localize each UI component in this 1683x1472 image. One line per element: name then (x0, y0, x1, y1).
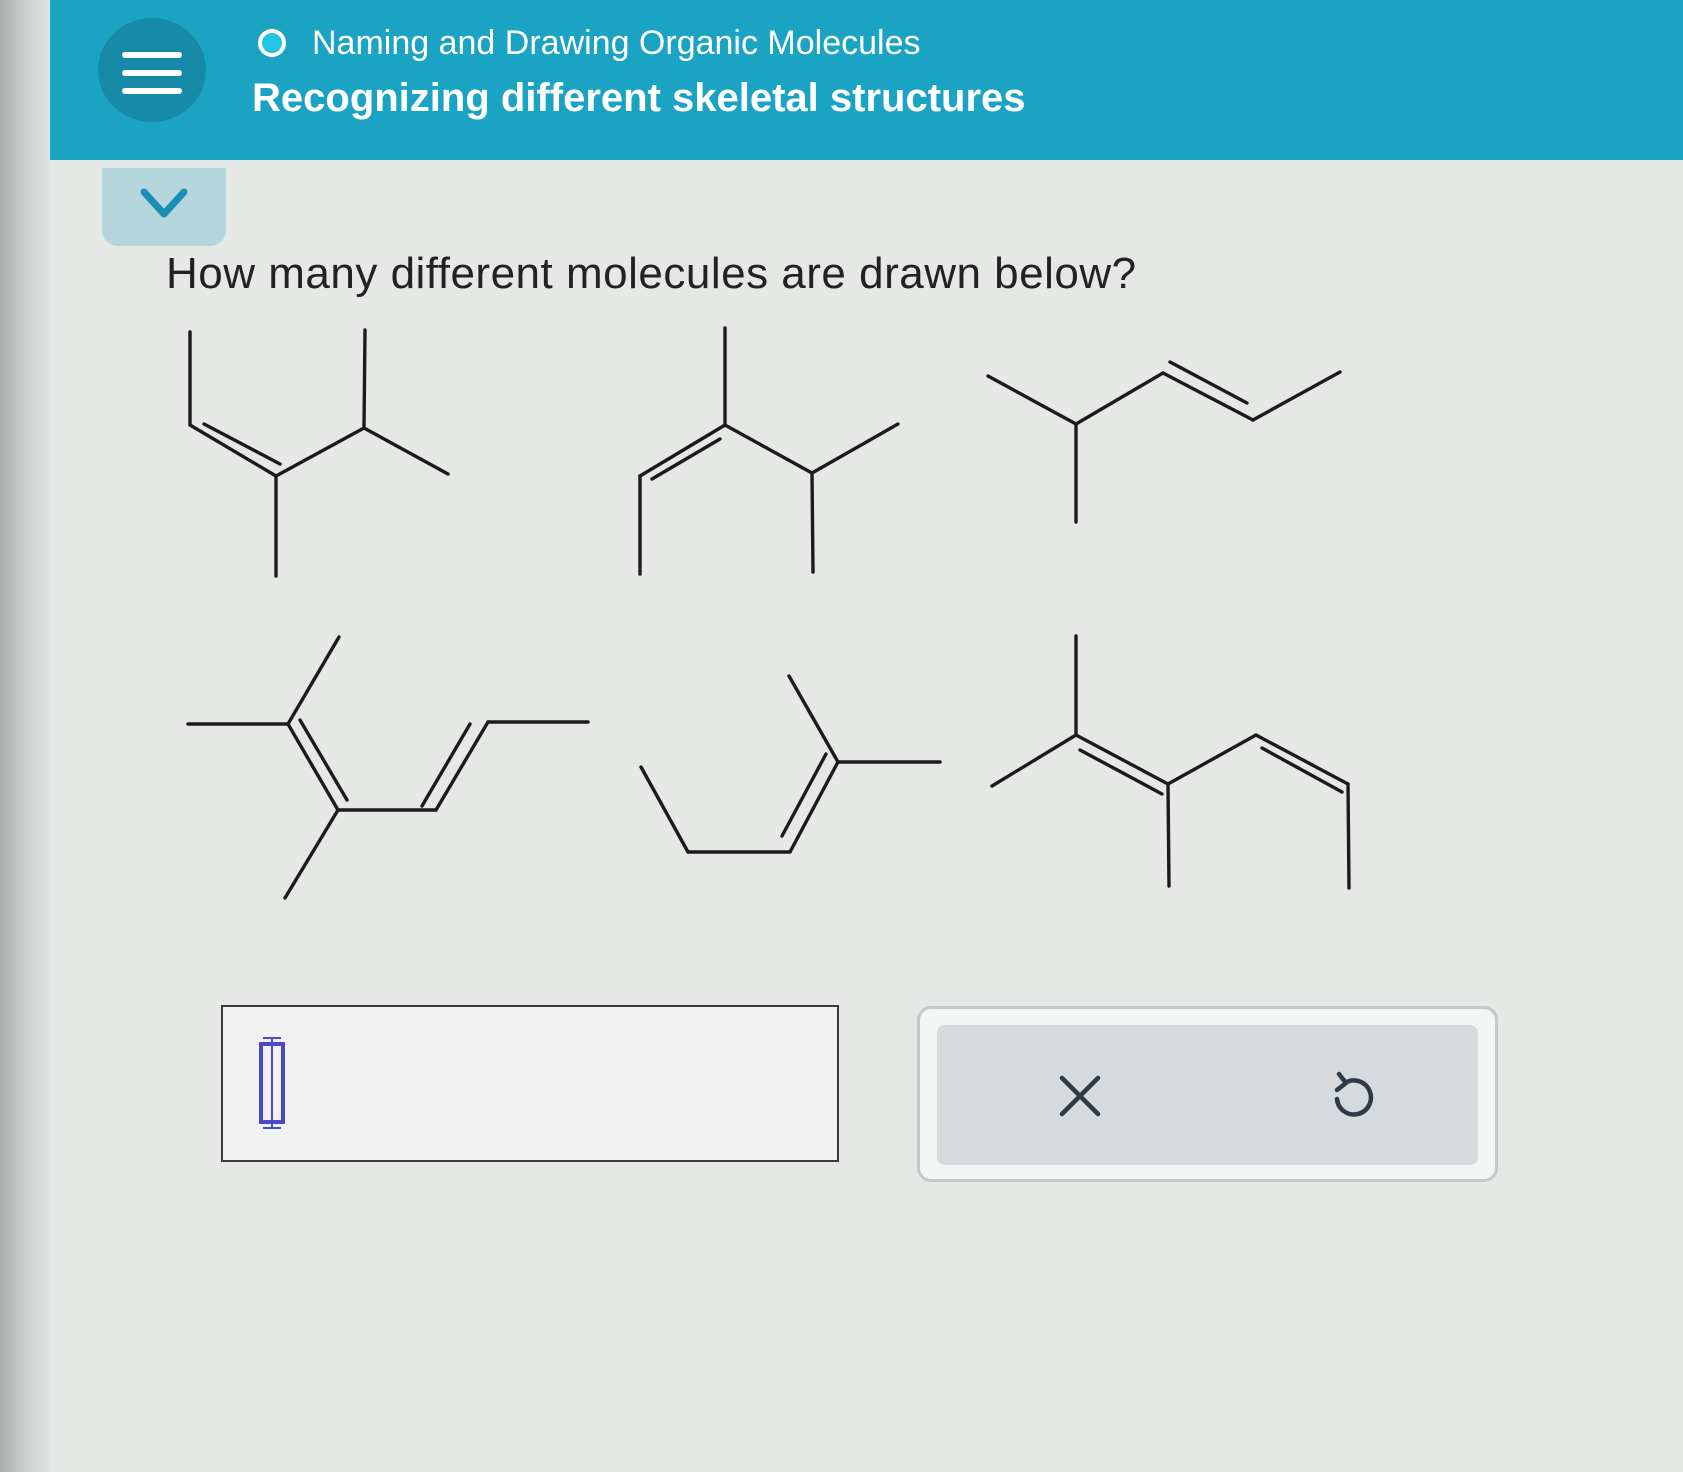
collapse-toggle-button[interactable] (102, 168, 226, 246)
topic-title: Naming and Drawing Organic Molecules (312, 24, 921, 62)
question-text: How many different molecules are drawn b… (166, 249, 1137, 298)
screen-bezel-edge (0, 0, 50, 1472)
answer-input[interactable] (221, 1005, 839, 1162)
undo-button[interactable] (1317, 1061, 1387, 1131)
molecule-6 (990, 634, 1351, 890)
answer-action-panel (917, 1006, 1498, 1182)
chevron-down-icon (140, 188, 188, 218)
molecule-5 (639, 674, 942, 854)
menu-button[interactable] (98, 18, 206, 122)
close-x-icon (1059, 1075, 1101, 1117)
page-title: Recognizing different skeletal structure… (252, 76, 1026, 120)
topic-breadcrumb: Naming and Drawing Organic Molecules (258, 20, 921, 66)
clear-answer-button[interactable] (1045, 1061, 1115, 1131)
molecule-2 (638, 326, 900, 576)
molecules-figure (186, 326, 1351, 900)
molecule-4 (186, 635, 590, 900)
text-cursor-icon (259, 1037, 285, 1129)
molecule-3 (986, 360, 1342, 524)
hamburger-menu-icon-bar (122, 70, 182, 76)
progress-circle-icon (258, 29, 286, 57)
hamburger-menu-icon-bar (122, 88, 182, 94)
undo-icon (1334, 1071, 1374, 1117)
hamburger-menu-icon (122, 52, 182, 58)
molecule-1 (188, 328, 450, 578)
action-button-group (937, 1025, 1478, 1165)
